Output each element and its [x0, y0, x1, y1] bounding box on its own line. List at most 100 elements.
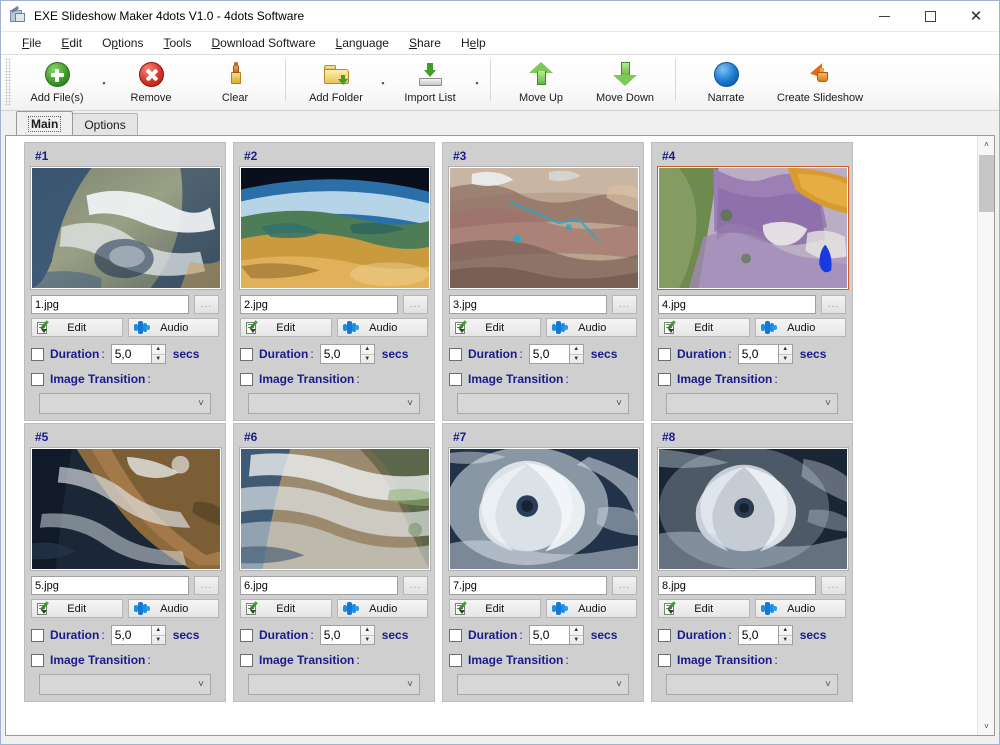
- duration-spin-buttons[interactable]: ▲ ▼: [359, 625, 375, 645]
- menu-item-share[interactable]: Share: [399, 34, 451, 52]
- filename-input[interactable]: 5.jpg: [31, 576, 189, 595]
- audio-button[interactable]: Audio: [336, 318, 428, 337]
- filename-input[interactable]: 2.jpg: [240, 295, 398, 314]
- spin-up-icon[interactable]: ▲: [360, 345, 374, 355]
- menu-item-download-software[interactable]: Download Software: [201, 34, 325, 52]
- import-list-dropdown-arrow[interactable]: ▪: [472, 55, 482, 107]
- spin-down-icon[interactable]: ▼: [361, 355, 374, 364]
- slide-card[interactable]: #7 7.jpg ... Edit Audio Duration: 5,0 ▲…: [442, 423, 644, 702]
- duration-checkbox[interactable]: [240, 347, 253, 361]
- edit-button[interactable]: Edit: [658, 599, 750, 618]
- transition-checkbox[interactable]: [240, 372, 253, 386]
- spin-up-icon[interactable]: ▲: [778, 345, 792, 355]
- slide-card[interactable]: #1 1.jpg ... Edit Audio Duration: 5,0 ▲…: [24, 142, 226, 421]
- duration-checkbox[interactable]: [449, 347, 462, 361]
- edit-button[interactable]: Edit: [449, 599, 541, 618]
- tab-main[interactable]: Main: [16, 111, 74, 135]
- duration-stepper[interactable]: 5,0 ▲ ▼: [528, 625, 584, 645]
- toolbar-grip[interactable]: [5, 58, 11, 106]
- duration-input[interactable]: 5,0: [110, 625, 151, 645]
- duration-spin-buttons[interactable]: ▲ ▼: [150, 344, 166, 364]
- spin-up-icon[interactable]: ▲: [569, 345, 583, 355]
- thumbnail-image[interactable]: [448, 447, 640, 571]
- slide-card[interactable]: #8 8.jpg ... Edit Audio Duration: 5,0 ▲…: [651, 423, 853, 702]
- duration-input[interactable]: 5,0: [737, 344, 778, 364]
- browse-button[interactable]: ...: [403, 295, 428, 314]
- maximize-button[interactable]: [907, 1, 953, 32]
- toolbar-narrate-button[interactable]: Narrate: [684, 55, 768, 107]
- browse-button[interactable]: ...: [194, 576, 219, 595]
- thumbnail-image[interactable]: [30, 447, 222, 571]
- filename-input[interactable]: 1.jpg: [31, 295, 189, 314]
- thumbnail-image[interactable]: [448, 166, 640, 290]
- slide-card[interactable]: #2 2.jpg ... Edit Audio Duration: 5,0 ▲…: [233, 142, 435, 421]
- duration-input[interactable]: 5,0: [737, 625, 778, 645]
- duration-checkbox[interactable]: [240, 628, 253, 642]
- filename-input[interactable]: 7.jpg: [449, 576, 607, 595]
- filename-input[interactable]: 3.jpg: [449, 295, 607, 314]
- menu-item-help[interactable]: Help: [451, 34, 496, 52]
- edit-button[interactable]: Edit: [31, 318, 123, 337]
- spin-up-icon[interactable]: ▲: [778, 626, 792, 636]
- thumbnail-image[interactable]: [239, 166, 431, 290]
- filename-input[interactable]: 6.jpg: [240, 576, 398, 595]
- spin-up-icon[interactable]: ▲: [569, 626, 583, 636]
- transition-select[interactable]: ˅: [248, 393, 420, 414]
- minimize-button[interactable]: [861, 1, 907, 32]
- thumbnail-image[interactable]: [239, 447, 431, 571]
- duration-input[interactable]: 5,0: [528, 344, 569, 364]
- transition-checkbox[interactable]: [658, 653, 671, 667]
- audio-button[interactable]: Audio: [127, 599, 219, 618]
- transition-select[interactable]: ˅: [666, 674, 838, 695]
- spin-down-icon[interactable]: ▼: [779, 355, 792, 364]
- spin-down-icon[interactable]: ▼: [361, 636, 374, 645]
- menu-item-language[interactable]: Language: [326, 34, 399, 52]
- transition-select[interactable]: ˅: [666, 393, 838, 414]
- transition-checkbox[interactable]: [31, 653, 44, 667]
- browse-button[interactable]: ...: [612, 576, 637, 595]
- duration-input[interactable]: 5,0: [110, 344, 151, 364]
- edit-button[interactable]: Edit: [240, 599, 332, 618]
- menu-item-options[interactable]: Options: [92, 34, 153, 52]
- duration-spin-buttons[interactable]: ▲ ▼: [568, 625, 584, 645]
- vertical-scrollbar[interactable]: ˄ ˅: [977, 136, 994, 735]
- duration-checkbox[interactable]: [31, 628, 44, 642]
- add-files-dropdown-arrow[interactable]: ▪: [99, 55, 109, 107]
- transition-select[interactable]: ˅: [39, 393, 211, 414]
- duration-input[interactable]: 5,0: [319, 625, 360, 645]
- spin-up-icon[interactable]: ▲: [151, 345, 165, 355]
- spin-up-icon[interactable]: ▲: [151, 626, 165, 636]
- duration-spin-buttons[interactable]: ▲ ▼: [359, 344, 375, 364]
- thumbnail-image[interactable]: [657, 166, 849, 290]
- transition-select[interactable]: ˅: [457, 674, 629, 695]
- audio-button[interactable]: Audio: [754, 599, 846, 618]
- spin-down-icon[interactable]: ▼: [152, 355, 165, 364]
- transition-checkbox[interactable]: [240, 653, 253, 667]
- transition-select[interactable]: ˅: [457, 393, 629, 414]
- spin-down-icon[interactable]: ▼: [570, 636, 583, 645]
- transition-select[interactable]: ˅: [39, 674, 211, 695]
- browse-button[interactable]: ...: [194, 295, 219, 314]
- duration-spin-buttons[interactable]: ▲ ▼: [568, 344, 584, 364]
- duration-checkbox[interactable]: [449, 628, 462, 642]
- scrollbar-thumb[interactable]: [979, 155, 994, 212]
- browse-button[interactable]: ...: [612, 295, 637, 314]
- scroll-down-button[interactable]: ˅: [978, 718, 994, 735]
- browse-button[interactable]: ...: [821, 576, 846, 595]
- slide-card[interactable]: #6 6.jpg ... Edit Audio Duration: 5,0 ▲…: [233, 423, 435, 702]
- duration-input[interactable]: 5,0: [319, 344, 360, 364]
- duration-checkbox[interactable]: [658, 628, 671, 642]
- duration-input[interactable]: 5,0: [528, 625, 569, 645]
- toolbar-add-folder-button[interactable]: Add Folder: [294, 55, 378, 107]
- transition-checkbox[interactable]: [449, 653, 462, 667]
- audio-button[interactable]: Audio: [754, 318, 846, 337]
- duration-spin-buttons[interactable]: ▲ ▼: [150, 625, 166, 645]
- duration-stepper[interactable]: 5,0 ▲ ▼: [319, 344, 375, 364]
- filename-input[interactable]: 4.jpg: [658, 295, 816, 314]
- add-folder-dropdown-arrow[interactable]: ▪: [378, 55, 388, 107]
- menu-item-tools[interactable]: Tools: [153, 34, 201, 52]
- audio-button[interactable]: Audio: [545, 318, 637, 337]
- spin-down-icon[interactable]: ▼: [779, 636, 792, 645]
- toolbar-remove-button[interactable]: Remove: [109, 55, 193, 107]
- duration-checkbox[interactable]: [31, 347, 44, 361]
